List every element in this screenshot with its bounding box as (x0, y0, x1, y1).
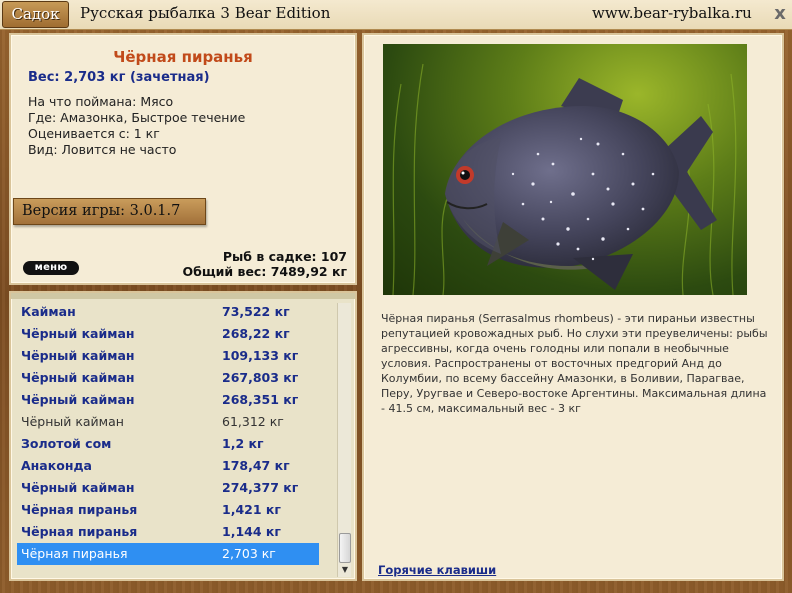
fish-list-row[interactable]: Чёрная пиранья 2,703 кг (17, 543, 319, 565)
fish-list-row[interactable]: Чёрный кайман 61,312 кг (17, 411, 319, 433)
fish-list-row[interactable]: Чёрная пиранья 1,144 кг (17, 521, 319, 543)
fish-list-name: Чёрный кайман (21, 414, 124, 429)
total-weight: Общий вес: 7489,92 кг (182, 264, 348, 279)
list-scrollbar[interactable]: ▼ (337, 303, 351, 577)
fish-list-weight: 1,2 кг (222, 436, 264, 451)
fish-list-name: Чёрная пиранья (21, 524, 138, 539)
fish-list-name: Чёрный кайман (21, 480, 135, 495)
fish-list-row[interactable]: Чёрный кайман 268,351 кг (17, 389, 319, 411)
fish-list-name: Чёрный кайман (21, 370, 135, 385)
list-top-strip (11, 293, 355, 299)
fish-list-name: Чёрный кайман (21, 392, 135, 407)
fish-list-weight: 1,421 кг (222, 502, 281, 517)
fish-location: Где: Амазонка, Быстрое течение (28, 110, 246, 125)
fish-list-name: Чёрная пиранья (21, 546, 128, 561)
fish-list-name: Кайман (21, 304, 76, 319)
fish-list-weight: 73,522 кг (222, 304, 290, 319)
game-version: Версия игры: 3.0.1.7 (13, 198, 206, 225)
title-bar: Садок Русская рыбалка 3 Bear Edition www… (0, 0, 792, 30)
fish-name: Чёрная пиранья (113, 48, 253, 66)
fish-list-row[interactable]: Чёрный кайман 109,133 кг (17, 345, 319, 367)
hotkeys-link[interactable]: Горячие клавиши (378, 563, 496, 577)
app-title: Русская рыбалка 3 Bear Edition (80, 4, 331, 22)
fish-info-panel: Чёрная пиранья Вес: 2,703 кг (зачетная) … (9, 33, 357, 285)
fish-list-weight: 2,703 кг (222, 546, 276, 561)
fish-list-weight: 268,351 кг (222, 392, 299, 407)
fish-list-weight: 268,22 кг (222, 326, 290, 341)
fish-list-name: Чёрный кайман (21, 326, 135, 341)
fish-frequency: Вид: Ловится не часто (28, 142, 177, 157)
piranha-image (392, 63, 737, 295)
fish-description: Чёрная пиранья (Serrasalmus rhombeus) - … (381, 312, 768, 415)
fish-list-row[interactable]: Чёрный кайман 268,22 кг (17, 323, 319, 345)
fish-list-weight: 274,377 кг (222, 480, 299, 495)
sadok-button[interactable]: Садок (2, 1, 69, 28)
fish-list-row[interactable]: Анаконда 178,47 кг (17, 455, 319, 477)
fish-photo (383, 44, 747, 295)
scroll-down-icon[interactable]: ▼ (339, 565, 351, 575)
fish-description-panel: Чёрная пиранья (Serrasalmus rhombeus) - … (362, 33, 784, 581)
fish-bait: На что поймана: Мясо (28, 94, 174, 109)
fish-count: Рыб в садке: 107 (222, 249, 347, 264)
site-url-link[interactable]: www.bear-rybalka.ru (592, 4, 752, 22)
fish-list-name: Чёрный кайман (21, 348, 135, 363)
fish-list-name: Анаконда (21, 458, 92, 473)
fish-list-weight: 178,47 кг (222, 458, 290, 473)
fish-list-weight: 61,312 кг (222, 414, 284, 429)
fish-list-panel: Кайман 73,522 кг Чёрный кайман 268,22 кг Чёр… (9, 291, 357, 581)
fish-list-row[interactable]: Чёрный кайман 267,803 кг (17, 367, 319, 389)
fish-list-row[interactable]: Чёрный кайман 274,377 кг (17, 477, 319, 499)
fish-list-weight: 267,803 кг (222, 370, 299, 385)
fish-list: Кайман 73,522 кг Чёрный кайман 268,22 кг Чёр… (17, 301, 319, 565)
fish-list-row[interactable]: Кайман 73,522 кг (17, 301, 319, 323)
scrollbar-thumb[interactable] (339, 533, 351, 563)
fish-list-row[interactable]: Чёрная пиранья 1,421 кг (17, 499, 319, 521)
fish-list-weight: 109,133 кг (222, 348, 299, 363)
fish-list-name: Чёрная пиранья (21, 502, 138, 517)
close-icon[interactable]: x (770, 3, 790, 25)
fish-rated-from: Оценивается с: 1 кг (28, 126, 160, 141)
fish-weight: Вес: 2,703 кг (зачетная) (28, 70, 210, 85)
menu-button[interactable]: меню (23, 261, 79, 275)
fish-list-weight: 1,144 кг (222, 524, 281, 539)
fish-list-row[interactable]: Золотой сом 1,2 кг (17, 433, 319, 455)
fish-list-name: Золотой сом (21, 436, 112, 451)
